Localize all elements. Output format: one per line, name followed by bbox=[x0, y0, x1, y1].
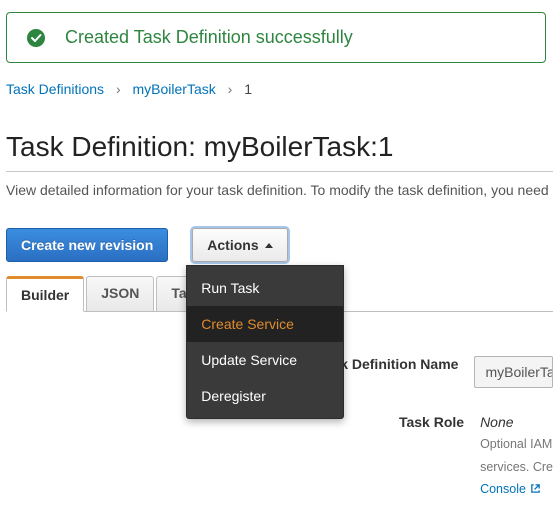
page-subtitle: View detailed information for your task … bbox=[6, 182, 553, 198]
external-link-icon bbox=[530, 483, 541, 494]
button-label: Create new revision bbox=[21, 237, 153, 253]
task-role-help-1: Optional IAM bbox=[480, 436, 553, 453]
button-label: Actions bbox=[207, 237, 258, 253]
title-divider bbox=[6, 171, 553, 172]
breadcrumb-revision: 1 bbox=[244, 81, 252, 97]
task-role-value: None bbox=[480, 414, 553, 430]
dropdown-item-update-service[interactable]: Update Service bbox=[187, 342, 343, 378]
chevron-right-icon: › bbox=[116, 81, 121, 97]
actions-button[interactable]: Actions bbox=[192, 228, 287, 262]
breadcrumb: Task Definitions › myBoilerTask › 1 bbox=[6, 81, 553, 97]
detail-row-task-role: Task Role None Optional IAM services. Cr… bbox=[6, 414, 553, 496]
dropdown-item-create-service[interactable]: Create Service bbox=[187, 306, 343, 342]
tab-json[interactable]: JSON bbox=[86, 276, 154, 312]
link-text: Console bbox=[480, 482, 526, 496]
breadcrumb-task[interactable]: myBoilerTask bbox=[133, 81, 216, 97]
console-link[interactable]: Console bbox=[480, 482, 553, 496]
task-role-help-2: services. Cre bbox=[480, 459, 553, 476]
dropdown-item-deregister[interactable]: Deregister bbox=[187, 378, 343, 414]
button-row: Create new revision Actions Run Task Cre… bbox=[6, 228, 553, 262]
create-new-revision-button[interactable]: Create new revision bbox=[6, 228, 168, 262]
check-circle-icon bbox=[27, 29, 45, 47]
actions-dropdown: Run Task Create Service Update Service D… bbox=[186, 265, 344, 419]
tab-builder[interactable]: Builder bbox=[6, 276, 84, 312]
breadcrumb-root[interactable]: Task Definitions bbox=[6, 81, 104, 97]
alert-success: Created Task Definition successfully bbox=[6, 12, 546, 63]
actions-wrapper: Actions Run Task Create Service Update S… bbox=[192, 228, 287, 262]
chevron-right-icon: › bbox=[228, 81, 233, 97]
dropdown-item-run-task[interactable]: Run Task bbox=[187, 270, 343, 306]
task-def-name-field: myBoilerTa bbox=[474, 356, 553, 388]
page-title: Task Definition: myBoilerTask:1 bbox=[6, 131, 553, 163]
task-role-value-stack: None Optional IAM services. Cre Console bbox=[480, 414, 553, 496]
alert-message: Created Task Definition successfully bbox=[65, 27, 353, 48]
caret-up-icon bbox=[265, 243, 273, 248]
